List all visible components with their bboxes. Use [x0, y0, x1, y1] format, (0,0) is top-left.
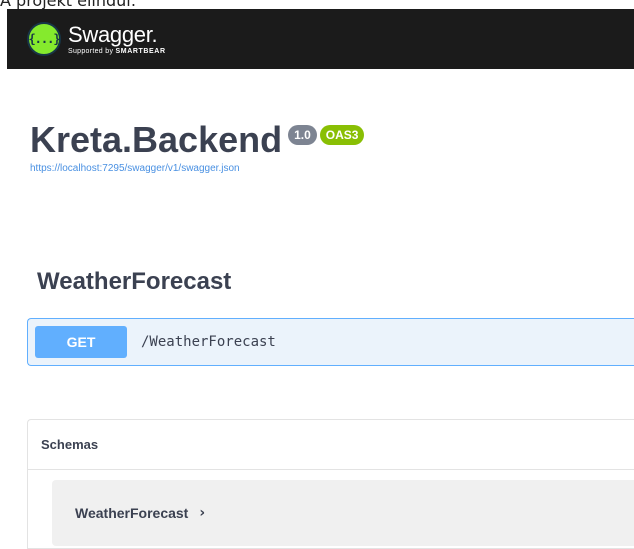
spec-url-link[interactable]: https://localhost:7295/swagger/v1/swagge…: [30, 163, 364, 174]
swagger-logo-sub: Supported by SMARTBEAR: [68, 48, 166, 55]
version-badge: 1.0: [288, 125, 317, 145]
schema-name: WeatherForecast: [75, 505, 189, 521]
swagger-logo-link[interactable]: {...} Swagger. Supported by SMARTBEAR: [27, 19, 166, 59]
swagger-logo-text: Swagger. Supported by SMARTBEAR: [68, 21, 166, 55]
api-title: Kreta.Backend: [30, 119, 283, 160]
schemas-section: Schemas WeatherForecast ›: [27, 419, 634, 549]
chevron-right-icon: ›: [199, 505, 206, 521]
method-badge-get: GET: [35, 326, 127, 358]
logo-sub-prefix: Supported by: [68, 47, 114, 55]
oas-badge: OAS3: [319, 125, 365, 145]
tag-weatherforecast[interactable]: WeatherForecast: [37, 268, 231, 296]
schemas-header[interactable]: Schemas: [28, 420, 634, 470]
swagger-topbar: {...} Swagger. Supported by SMARTBEAR: [7, 9, 634, 69]
schema-item-weatherforecast[interactable]: WeatherForecast ›: [52, 480, 634, 546]
api-info: Kreta.Backend 1.0 OAS3 https://localhost…: [30, 118, 365, 174]
api-title-row: Kreta.Backend 1.0 OAS3: [30, 118, 365, 161]
swagger-logo-icon: {...}: [27, 22, 61, 56]
logo-sub-brand: SMARTBEAR: [115, 47, 166, 55]
document-caption: A projekt elindul:: [0, 0, 137, 10]
swagger-logo-name: Swagger.: [68, 21, 158, 47]
operation-path: /WeatherForecast: [141, 334, 276, 350]
operation-get-weatherforecast[interactable]: GET /WeatherForecast: [27, 318, 634, 366]
